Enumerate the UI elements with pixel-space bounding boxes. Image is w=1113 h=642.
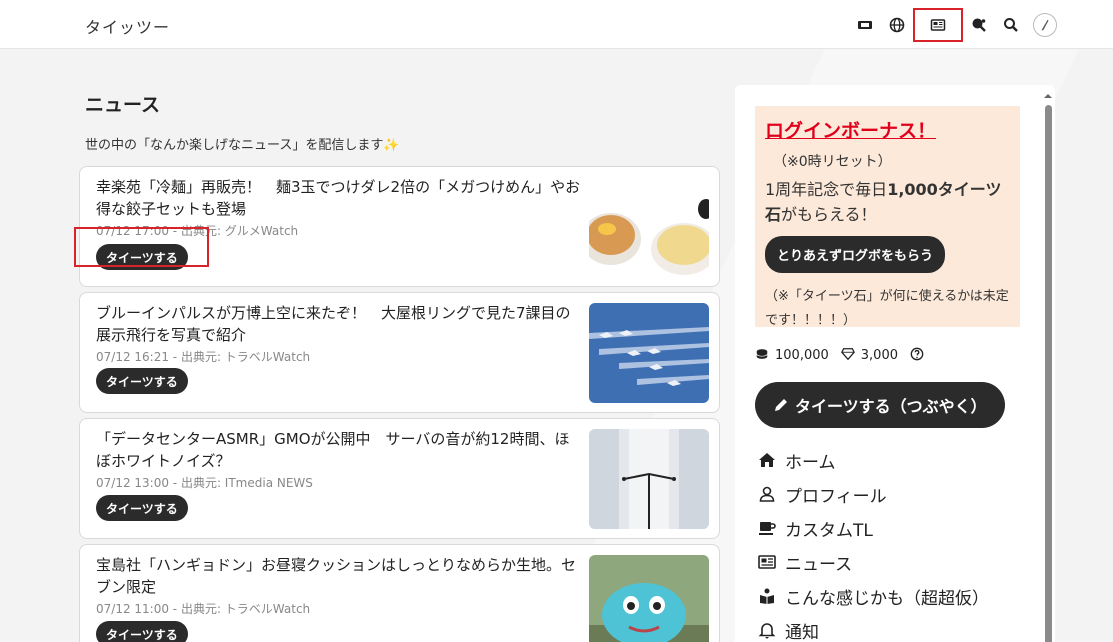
sidebar-item-label: ニュース bbox=[785, 554, 853, 575]
sidebar: ログインボーナス！ （※0時リセット） 1周年記念で毎日1,000タイーツ石がも… bbox=[735, 85, 1055, 642]
news-title[interactable]: ブルーインパルスが万博上空に来たぞ！ 大屋根リングで見た7課目の展示飛行を写真で… bbox=[96, 302, 581, 346]
gem-icon bbox=[840, 347, 855, 364]
get-bonus-button[interactable]: とりあえずログボをもらう bbox=[765, 236, 946, 273]
sidebar-item-label: 通知 bbox=[785, 622, 819, 642]
sidebar-item-label: こんな感じかも（超超仮） bbox=[785, 588, 989, 609]
news-title[interactable]: 「データセンターASMR」GMOが公開中 サーバの音が約12時間、ほぼホワイトノ… bbox=[96, 428, 581, 472]
news-meta: 07/12 13:00 - 出典元: ITmedia NEWS bbox=[96, 476, 313, 490]
ticket-icon[interactable] bbox=[855, 15, 875, 35]
bonus-text-c: がもらえる！ bbox=[781, 205, 877, 224]
sidebar-item-label: カスタムTL bbox=[785, 520, 873, 541]
sidebar-item-label: プロフィール bbox=[785, 486, 887, 507]
wallet-stats: 100,000 3,000 bbox=[755, 347, 924, 364]
login-bonus-note: （※0時リセット） bbox=[773, 154, 892, 170]
news-thumbnail[interactable] bbox=[589, 177, 709, 277]
news-thumbnail[interactable] bbox=[589, 555, 709, 642]
scrollbar-thumb[interactable] bbox=[1045, 105, 1052, 642]
news-title[interactable]: 幸楽苑「冷麺」再販売！ 麺3玉でつけダレ2倍の「メガつけめん」やお得な餃子セット… bbox=[96, 176, 581, 220]
page-subtitle: 世の中の「なんか楽しげなニュース」を配信します✨ bbox=[85, 138, 400, 153]
sidebar-nav: ホーム プロフィール カスタムTL ニュース こんな感じかも（超超仮） 通知 bbox=[757, 443, 989, 642]
top-icon-bar bbox=[855, 8, 1057, 42]
login-bonus-box: ログインボーナス！ （※0時リセット） 1周年記念で毎日1,000タイーツ石がも… bbox=[755, 106, 1020, 328]
mug-icon bbox=[757, 518, 777, 538]
news-card[interactable]: 宝島社「ハンギョドン」お昼寝クッションはしっとりなめらか生地。セブン限定 07/… bbox=[79, 544, 720, 642]
sidebar-item-news[interactable]: ニュース bbox=[757, 545, 989, 579]
page-title: ニュース bbox=[85, 94, 161, 116]
login-bonus-text: 1周年記念で毎日1,000タイーツ石がもらえる！ bbox=[765, 177, 1010, 227]
highlight-frame bbox=[74, 227, 209, 267]
globe-icon[interactable] bbox=[887, 15, 907, 35]
help-icon[interactable] bbox=[910, 347, 924, 364]
news-meta: 07/12 11:00 - 出典元: トラベルWatch bbox=[96, 602, 311, 616]
bonus-text-a: 1周年記念で毎日 bbox=[765, 180, 888, 199]
news-card[interactable]: ブルーインパルスが万博上空に来たぞ！ 大屋根リングで見た7課目の展示飛行を写真で… bbox=[79, 292, 720, 413]
pencil-icon bbox=[775, 399, 787, 411]
login-bonus-title[interactable]: ログインボーナス！ bbox=[765, 116, 1010, 143]
sidebar-item-notifications[interactable]: 通知 bbox=[757, 613, 989, 642]
newspaper-icon[interactable] bbox=[913, 8, 963, 42]
sidebar-item-home[interactable]: ホーム bbox=[757, 443, 989, 477]
coins-icon bbox=[755, 347, 769, 364]
sidebar-item-label: ホーム bbox=[785, 452, 836, 473]
pingpong-icon[interactable] bbox=[969, 15, 989, 35]
news-thumbnail[interactable] bbox=[589, 429, 709, 529]
login-bonus-footnote: （※「タイーツ石」が何に使えるかは未定です！！！！） bbox=[765, 289, 1009, 328]
post-button-label: タイーツする（つぶやく） bbox=[795, 397, 987, 416]
home-icon bbox=[757, 450, 777, 470]
sidebar-scrollbar[interactable] bbox=[1043, 87, 1053, 642]
bell-icon bbox=[757, 620, 777, 640]
gems-count: 3,000 bbox=[860, 348, 898, 363]
news-card[interactable]: 「データセンターASMR」GMOが公開中 サーバの音が約12時間、ほぼホワイトノ… bbox=[79, 418, 720, 539]
news-meta: 07/12 16:21 - 出典元: トラベルWatch bbox=[96, 350, 311, 364]
taiitsu-button[interactable]: タイーツする bbox=[96, 368, 188, 394]
avatar[interactable] bbox=[1033, 13, 1057, 37]
newspaper-icon bbox=[757, 552, 777, 572]
taiitsu-button[interactable]: タイーツする bbox=[96, 621, 188, 642]
taiitsu-button[interactable]: タイーツする bbox=[96, 495, 188, 521]
news-title[interactable]: 宝島社「ハンギョドン」お昼寝クッションはしっとりなめらか生地。セブン限定 bbox=[96, 554, 581, 598]
user-icon bbox=[757, 484, 777, 504]
search-icon[interactable] bbox=[1001, 15, 1021, 35]
coins-count: 100,000 bbox=[775, 348, 829, 363]
news-main: ニュース 世の中の「なんか楽しげなニュース」を配信します✨ 幸楽苑「冷麺」再販売… bbox=[79, 90, 720, 642]
sidebar-item-maybe[interactable]: こんな感じかも（超超仮） bbox=[757, 579, 989, 613]
post-button[interactable]: タイーツする（つぶやく） bbox=[755, 382, 1005, 428]
brand-logo[interactable]: タイッツー bbox=[85, 14, 170, 38]
sidebar-item-profile[interactable]: プロフィール bbox=[757, 477, 989, 511]
news-thumbnail[interactable] bbox=[589, 303, 709, 403]
sidebar-item-custom-tl[interactable]: カスタムTL bbox=[757, 511, 989, 545]
book-user-icon bbox=[757, 586, 777, 606]
top-bar: タイッツー bbox=[0, 0, 1113, 49]
